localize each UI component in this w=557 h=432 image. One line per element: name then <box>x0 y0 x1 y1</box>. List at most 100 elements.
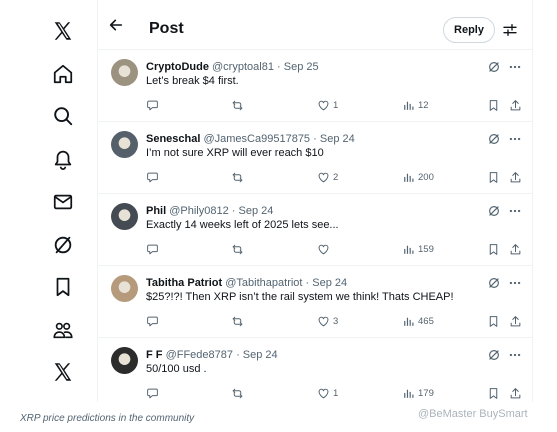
grok-icon[interactable] <box>50 232 76 258</box>
like-icon <box>317 99 330 112</box>
bookmark-action[interactable] <box>487 242 500 256</box>
reply-tweet[interactable]: Phil @Phily0812 · Sep 24 Exactly 14 week… <box>98 194 532 266</box>
user-handle[interactable]: @JamesCa99517875 <box>203 133 310 145</box>
bookmark-icon <box>487 387 500 400</box>
bookmark-icon <box>487 171 500 184</box>
more-icon[interactable] <box>508 204 522 218</box>
repost-action[interactable] <box>231 170 244 184</box>
tweet-date[interactable]: Sep 24 <box>312 277 347 289</box>
sliders-icon[interactable] <box>502 22 518 38</box>
bookmark-action[interactable] <box>487 98 500 112</box>
views-icon <box>402 315 415 328</box>
like-action[interactable]: 3 <box>317 314 338 328</box>
views-count: 159 <box>418 243 434 255</box>
like-count: 1 <box>333 387 339 399</box>
display-name[interactable]: Tabitha Patriot <box>146 277 222 289</box>
share-action[interactable] <box>509 98 522 112</box>
sidebar-nav <box>0 0 97 402</box>
reply-tweet[interactable]: CryptoDude @cryptoal81 · Sep 25 Let’s br… <box>98 50 532 122</box>
more-icon[interactable] <box>508 60 522 74</box>
display-name[interactable]: Seneschal <box>146 133 200 145</box>
tweet-date[interactable]: Sep 25 <box>284 61 319 73</box>
views-action[interactable]: 465 <box>402 314 434 328</box>
share-action[interactable] <box>509 242 522 256</box>
like-count: 3 <box>333 315 339 327</box>
tweet-header: CryptoDude @cryptoal81 · Sep 25 <box>146 60 319 74</box>
grok-icon[interactable] <box>487 60 501 74</box>
communities-icon[interactable] <box>50 317 76 343</box>
reply-icon <box>146 171 159 184</box>
reply-button[interactable]: Reply <box>443 17 495 43</box>
home-icon[interactable] <box>50 61 76 87</box>
more-icon[interactable] <box>508 348 522 362</box>
user-handle[interactable]: @Tabithapatriot <box>225 277 302 289</box>
user-handle[interactable]: @Phily0812 <box>169 205 228 217</box>
avatar[interactable] <box>111 59 138 86</box>
reply-action[interactable] <box>146 170 159 184</box>
views-action[interactable]: 200 <box>402 170 434 184</box>
views-count: 179 <box>418 387 434 399</box>
more-icon[interactable] <box>508 132 522 146</box>
like-icon <box>317 171 330 184</box>
bookmark-action[interactable] <box>487 314 500 328</box>
more-icon[interactable] <box>508 276 522 290</box>
avatar[interactable] <box>111 131 138 158</box>
grok-icon[interactable] <box>487 132 501 146</box>
share-action[interactable] <box>509 314 522 328</box>
display-name[interactable]: CryptoDude <box>146 61 209 73</box>
bell-icon[interactable] <box>50 146 76 172</box>
separator-dot: · <box>277 61 281 73</box>
bookmark-action[interactable] <box>487 386 500 400</box>
post-header: Post Reply <box>98 0 532 50</box>
reply-action[interactable] <box>146 314 159 328</box>
bookmark-icon[interactable] <box>50 274 76 300</box>
tweet-date[interactable]: Sep 24 <box>320 133 355 145</box>
like-action[interactable]: 1 <box>317 386 338 400</box>
repost-action[interactable] <box>231 386 244 400</box>
like-action[interactable]: 1 <box>317 98 338 112</box>
tweet-text: Exactly 14 weeks left of 2025 lets see..… <box>146 219 339 231</box>
avatar[interactable] <box>111 203 138 230</box>
like-action[interactable] <box>317 242 333 256</box>
views-action[interactable]: 159 <box>402 242 434 256</box>
reply-icon <box>146 387 159 400</box>
share-icon <box>509 387 522 400</box>
x-premium-icon[interactable] <box>50 359 76 385</box>
user-handle[interactable]: @cryptoal81 <box>212 61 274 73</box>
tweet-date[interactable]: Sep 24 <box>243 349 278 361</box>
reply-tweet[interactable]: Tabitha Patriot @Tabithapatriot · Sep 24… <box>98 266 532 338</box>
search-icon[interactable] <box>50 103 76 129</box>
views-action[interactable]: 179 <box>402 386 434 400</box>
display-name[interactable]: Phil <box>146 205 166 217</box>
tweet-header: Seneschal @JamesCa99517875 · Sep 24 <box>146 132 355 146</box>
mail-icon[interactable] <box>50 189 76 215</box>
grok-icon[interactable] <box>487 204 501 218</box>
user-handle[interactable]: @FFede8787 <box>166 349 233 361</box>
repost-action[interactable] <box>231 98 244 112</box>
tweet-date[interactable]: Sep 24 <box>239 205 274 217</box>
grok-icon[interactable] <box>487 276 501 290</box>
share-action[interactable] <box>509 170 522 184</box>
back-arrow-icon[interactable] <box>108 17 124 33</box>
reply-action[interactable] <box>146 98 159 112</box>
reply-action[interactable] <box>146 242 159 256</box>
separator-dot: · <box>305 277 310 289</box>
avatar[interactable] <box>111 275 138 302</box>
x-logo-icon[interactable] <box>50 18 76 44</box>
reply-tweet[interactable]: F F @FFede8787 · Sep 24 50/100 usd . 1 17… <box>98 338 532 402</box>
views-action[interactable]: 12 <box>402 98 429 112</box>
share-icon <box>509 99 522 112</box>
avatar[interactable] <box>111 347 138 374</box>
like-action[interactable]: 2 <box>317 170 338 184</box>
repost-icon <box>231 315 244 328</box>
repost-action[interactable] <box>231 242 244 256</box>
reply-action[interactable] <box>146 386 159 400</box>
share-action[interactable] <box>509 386 522 400</box>
tweet-header: Phil @Phily0812 · Sep 24 <box>146 204 273 218</box>
bookmark-action[interactable] <box>487 170 500 184</box>
display-name[interactable]: F F <box>146 349 163 361</box>
grok-icon[interactable] <box>487 348 501 362</box>
tweet-header: Tabitha Patriot @Tabithapatriot · Sep 24 <box>146 276 347 290</box>
repost-action[interactable] <box>231 314 244 328</box>
reply-tweet[interactable]: Seneschal @JamesCa99517875 · Sep 24 I’m … <box>98 122 532 194</box>
